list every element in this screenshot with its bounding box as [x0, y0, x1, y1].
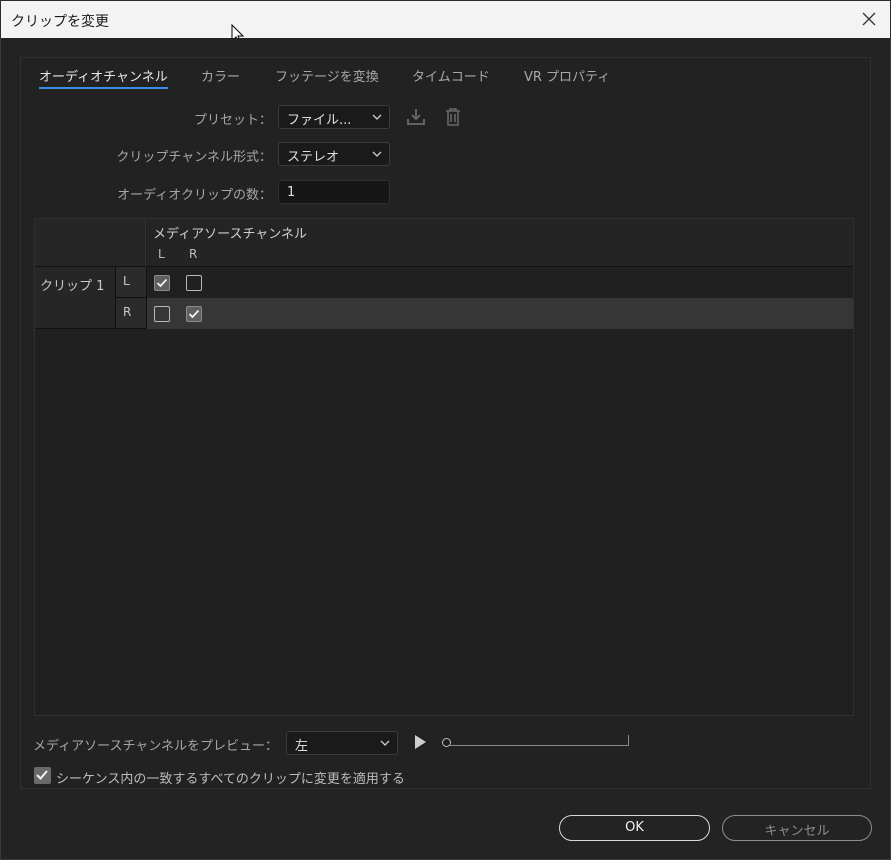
- trash-icon[interactable]: [442, 106, 464, 128]
- title-bar: クリップを変更: [0, 0, 891, 38]
- chevron-down-icon: [372, 114, 382, 120]
- checkmark-icon: [188, 309, 200, 319]
- channel-grid: メディアソースチャンネル L R クリップ 1 L R: [34, 218, 854, 716]
- preview-channel-value: 左: [295, 739, 309, 754]
- dialog-body: オーディオチャンネル カラー フッテージを変換 タイムコード VR プロパティ …: [0, 38, 891, 860]
- preset-dropdown[interactable]: ファイル...: [278, 105, 390, 129]
- clip-channel-l: L: [116, 267, 147, 298]
- clip-channel-r: R: [116, 298, 147, 329]
- tab-timecode[interactable]: タイムコード: [412, 66, 490, 85]
- clip-label: クリップ 1: [40, 279, 105, 294]
- window-title: クリップを変更: [11, 14, 109, 30]
- checkbox-l-r[interactable]: [186, 275, 202, 291]
- grid-header: メディアソースチャンネル L R: [147, 219, 853, 267]
- channel-format-value: ステレオ: [287, 150, 340, 165]
- chevron-down-icon: [380, 740, 390, 746]
- preset-label: プリセット：: [193, 113, 272, 128]
- checkbox-l-l[interactable]: [154, 275, 170, 291]
- preview-channel-dropdown[interactable]: 左: [286, 731, 398, 755]
- table-row: [147, 298, 853, 329]
- save-preset-icon[interactable]: [405, 106, 427, 128]
- chevron-down-icon: [372, 151, 382, 157]
- close-icon[interactable]: [860, 10, 878, 28]
- checkbox-r-l[interactable]: [154, 306, 170, 322]
- tab-interpret-footage[interactable]: フッテージを変換: [275, 66, 379, 85]
- tab-vr-properties[interactable]: VR プロパティ: [524, 66, 610, 85]
- clip-count-input[interactable]: 1: [278, 180, 390, 204]
- channel-format-dropdown[interactable]: ステレオ: [278, 142, 390, 166]
- media-source-header: メディアソースチャンネル: [153, 227, 308, 242]
- preview-label: メディアソースチャンネルをプレビュー：: [33, 739, 279, 754]
- channel-format-label: クリップチャンネル形式：: [116, 150, 272, 165]
- tab-audio-channels[interactable]: オーディオチャンネル: [39, 66, 168, 89]
- clip-count-label: オーディオクリップの数：: [117, 188, 272, 203]
- tab-color[interactable]: カラー: [201, 66, 240, 85]
- checkmark-icon: [36, 770, 48, 780]
- grid-corner: [35, 219, 146, 267]
- settings-panel: オーディオチャンネル カラー フッテージを変換 タイムコード VR プロパティ …: [20, 57, 871, 789]
- apply-to-all-checkbox[interactable]: [34, 767, 51, 784]
- preset-value: ファイル...: [287, 113, 352, 128]
- checkmark-icon: [156, 278, 168, 288]
- preview-slider-knob[interactable]: [442, 738, 451, 747]
- clip-label-cell: クリップ 1: [35, 267, 116, 329]
- preview-slider-track[interactable]: [445, 735, 629, 746]
- apply-to-all-label: シーケンス内の一致するすべてのクリップに変更を適用する: [56, 772, 405, 787]
- play-icon[interactable]: [413, 734, 427, 750]
- table-row: [147, 267, 853, 298]
- ok-button[interactable]: OK: [559, 815, 710, 841]
- checkbox-r-r[interactable]: [186, 306, 202, 322]
- source-channel-r-header: R: [189, 247, 198, 261]
- source-channel-l-header: L: [158, 247, 165, 261]
- cancel-button[interactable]: キャンセル: [722, 815, 872, 841]
